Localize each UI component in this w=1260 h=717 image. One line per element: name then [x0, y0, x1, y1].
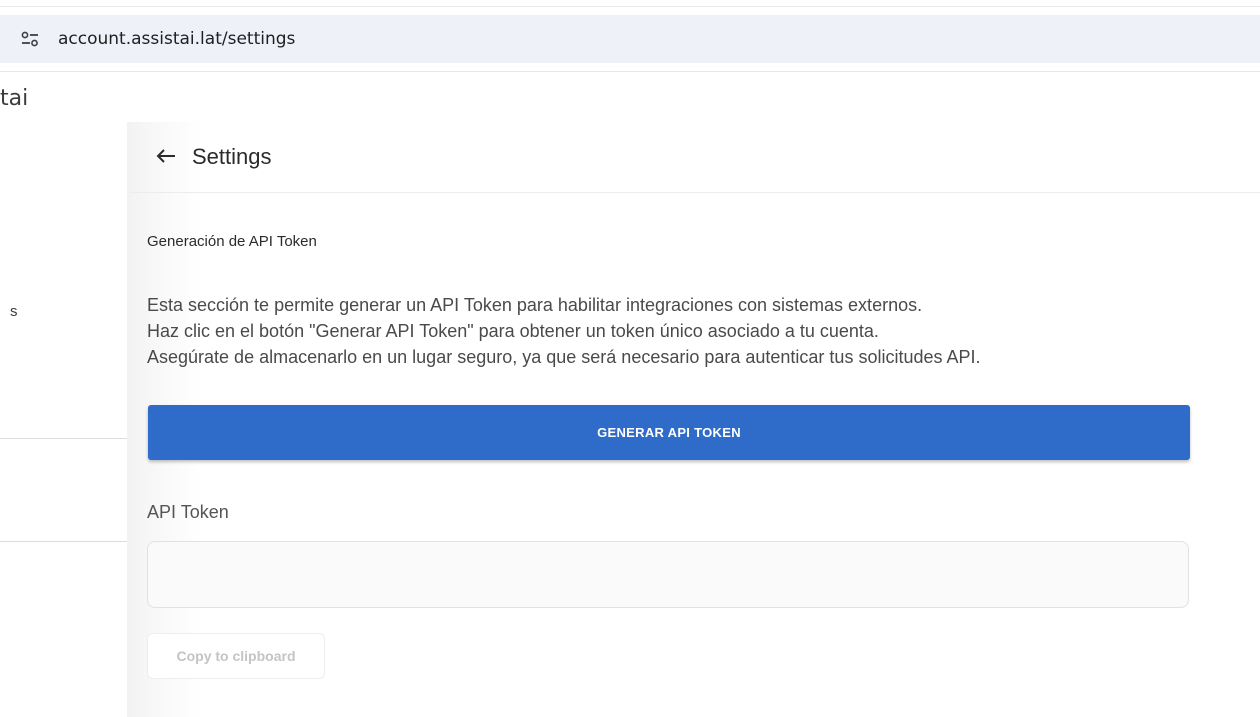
page-title: Settings [192, 144, 272, 169]
description-line: Haz clic en el botón "Generar API Token"… [147, 321, 879, 341]
section-description: Esta sección te permite generar un API T… [147, 292, 1227, 370]
generate-api-token-button[interactable]: GENERAR API TOKEN [148, 405, 1190, 460]
browser-top-divider [0, 6, 1260, 7]
description-line: Esta sección te permite generar un API T… [147, 295, 923, 315]
tune-icon[interactable] [18, 27, 42, 51]
sidebar-divider [0, 438, 130, 439]
api-token-field[interactable] [147, 541, 1189, 608]
sidebar-item-fragment[interactable]: s [10, 303, 18, 320]
sidebar-divider [0, 541, 130, 542]
back-button[interactable] [152, 142, 180, 170]
toolbar-divider [0, 71, 1260, 72]
arrow-left-icon [156, 149, 175, 163]
api-token-label: API Token [147, 502, 229, 522]
copy-to-clipboard-button[interactable]: Copy to clipboard [147, 633, 325, 679]
section-title: Generación de API Token [147, 233, 317, 250]
description-line: Asegúrate de almacenarlo en un lugar seg… [147, 347, 981, 367]
settings-panel: Settings Generación de API Token Esta se… [130, 122, 1260, 717]
url-text[interactable]: account.assistai.lat/settings [58, 29, 295, 49]
brand-logo-text: tai [0, 86, 29, 111]
address-bar[interactable]: account.assistai.lat/settings [0, 15, 1260, 63]
panel-header: Settings [130, 122, 1260, 193]
